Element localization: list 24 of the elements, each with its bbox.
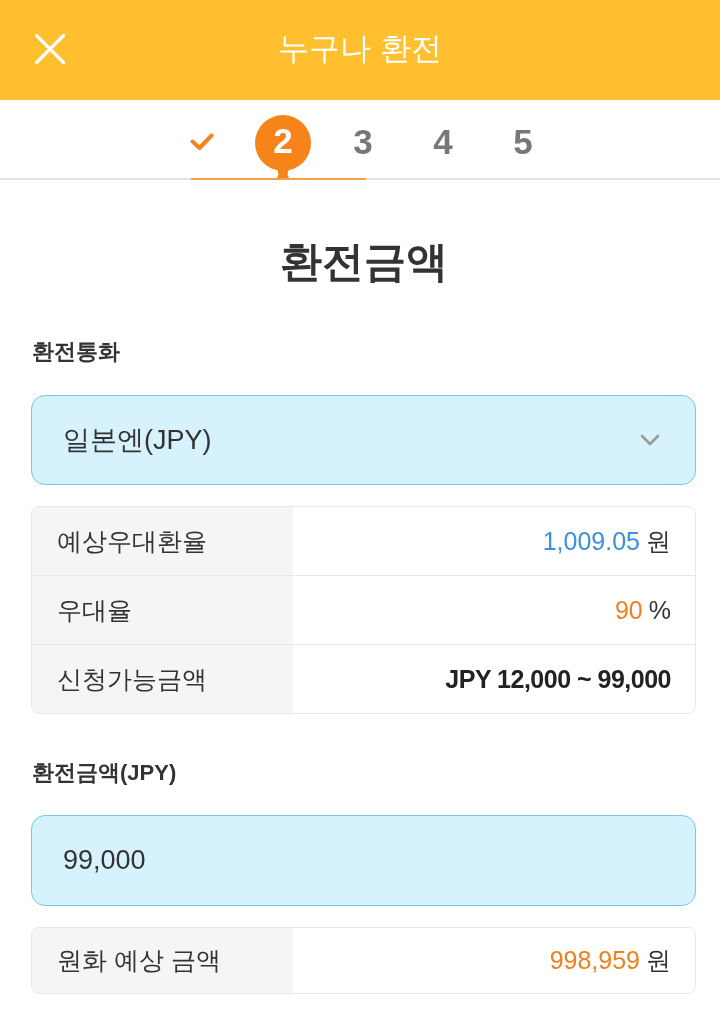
close-button[interactable] [35,34,65,64]
step-number: 5 [513,122,533,162]
header-title: 누구나 환전 [278,30,442,68]
row-value: 90 [614,595,643,625]
unit-label: % [648,595,671,625]
row-label: 우대율 [32,576,293,644]
step-number: 3 [353,122,373,162]
row-label: 예상우대환율 [32,507,293,575]
row-value: JPY 12,000 ~ 99,000 [445,664,671,694]
amount-input[interactable]: 99,000 [31,815,696,906]
step-number: 2 [273,121,293,161]
chevron-down-icon [640,434,660,446]
row-label: 원화 예상 금액 [32,928,293,993]
step-number: 4 [433,122,453,162]
row-value: 1,009.05 [542,526,640,556]
row-value: 998,959 [549,946,640,975]
section-label: 환전금액(JPY) [31,759,178,787]
currency-dropdown[interactable]: 일본엔(JPY) [31,395,696,485]
close-icon [35,34,65,64]
section-label: 환전통화 [31,338,121,366]
unit-label: 원 [646,525,671,557]
unit-label: 원 [646,945,671,976]
page-title: 환전금액 [278,237,449,287]
row-label: 신청가능금액 [32,645,293,713]
